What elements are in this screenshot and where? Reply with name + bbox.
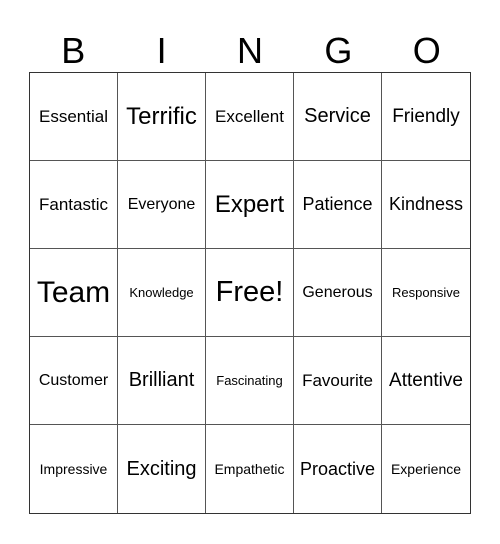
bingo-cell[interactable]: Favourite xyxy=(294,337,382,425)
bingo-cell[interactable]: Knowledge xyxy=(118,249,206,337)
bingo-cell[interactable]: Experience xyxy=(382,425,470,513)
header-letter-g: G xyxy=(324,30,353,71)
bingo-cell[interactable]: Attentive xyxy=(382,337,470,425)
bingo-cell[interactable]: Patience xyxy=(294,161,382,249)
bingo-cell[interactable]: Responsive xyxy=(382,249,470,337)
bingo-cell[interactable]: Excellent xyxy=(206,73,294,161)
bingo-cell[interactable]: Fascinating xyxy=(206,337,294,425)
bingo-cell[interactable]: Terrific xyxy=(118,73,206,161)
header-letter-n: N xyxy=(236,30,263,71)
free-space[interactable]: Free! xyxy=(206,249,294,337)
bingo-cell[interactable]: Generous xyxy=(294,249,382,337)
header-letter-o: O xyxy=(412,30,441,71)
bingo-cell[interactable]: Service xyxy=(294,73,382,161)
header-letter-b: B xyxy=(61,30,86,71)
bingo-cell[interactable]: Fantastic xyxy=(30,161,118,249)
bingo-cell[interactable]: Team xyxy=(30,249,118,337)
bingo-cell[interactable]: Proactive xyxy=(294,425,382,513)
bingo-cell[interactable]: Empathetic xyxy=(206,425,294,513)
bingo-cell[interactable]: Brilliant xyxy=(118,337,206,425)
bingo-cell[interactable]: Kindness xyxy=(382,161,470,249)
bingo-grid: Essential Terrific Excellent Service Fri… xyxy=(29,72,471,514)
bingo-cell[interactable]: Customer xyxy=(30,337,118,425)
bingo-cell[interactable]: Expert xyxy=(206,161,294,249)
bingo-header: B I N G O xyxy=(29,30,471,72)
bingo-cell[interactable]: Impressive xyxy=(30,425,118,513)
bingo-cell[interactable]: Friendly xyxy=(382,73,470,161)
header-letter-i: I xyxy=(156,30,167,71)
bingo-cell[interactable]: Exciting xyxy=(118,425,206,513)
bingo-cell[interactable]: Essential xyxy=(30,73,118,161)
bingo-cell[interactable]: Everyone xyxy=(118,161,206,249)
